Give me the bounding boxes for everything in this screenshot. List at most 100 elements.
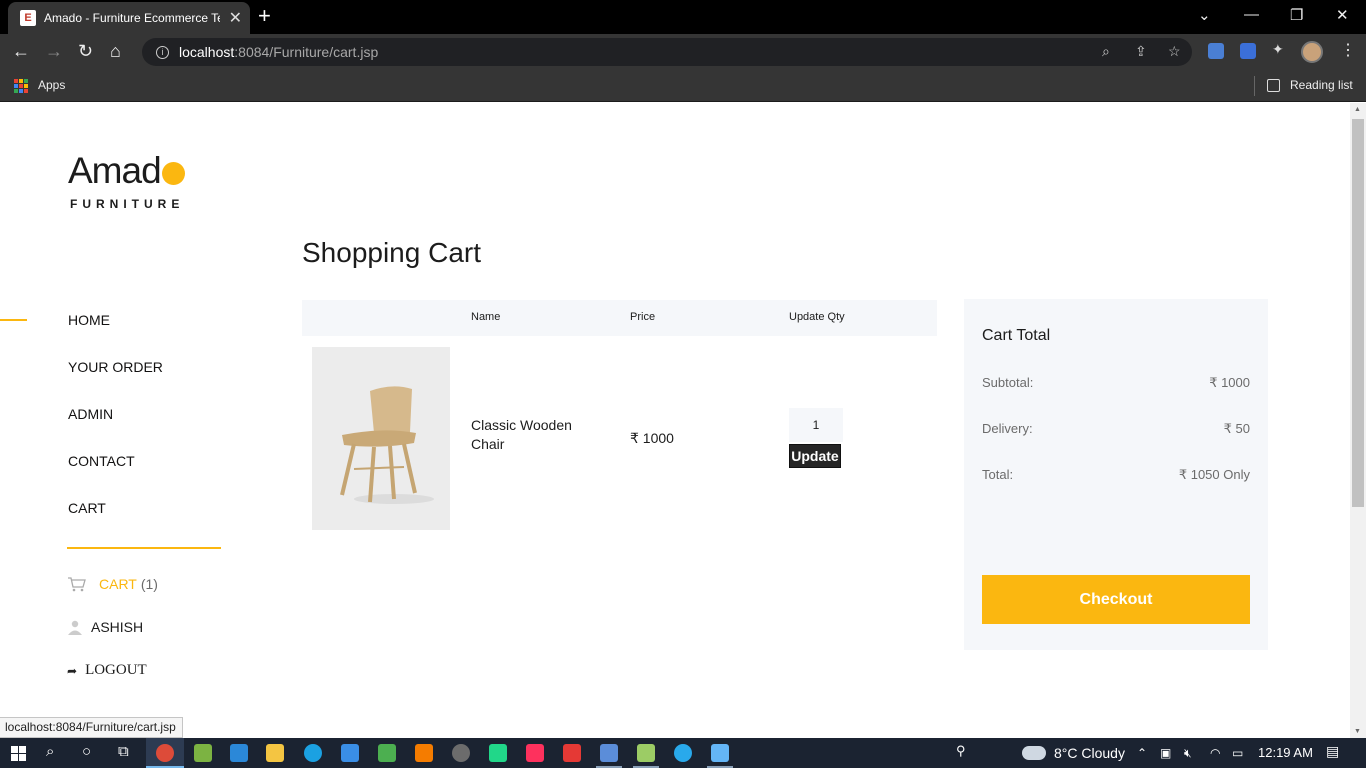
- tab-search-chevron-icon[interactable]: ⌄: [1198, 6, 1211, 24]
- tab-close-icon[interactable]: ✕: [229, 8, 242, 28]
- extensions-puzzle-icon[interactable]: ✦: [1272, 41, 1288, 57]
- virtualbox-icon[interactable]: [711, 744, 729, 762]
- reading-list-button[interactable]: Reading list: [1290, 78, 1353, 92]
- scroll-up-arrow-icon[interactable]: ▲: [1354, 106, 1361, 113]
- back-arrow-icon[interactable]: ←: [12, 41, 30, 62]
- wifi-icon[interactable]: ◠: [1210, 746, 1220, 760]
- nav-item-home[interactable]: HOME: [68, 311, 163, 358]
- extension-cube-icon[interactable]: [1208, 43, 1224, 59]
- battery-icon[interactable]: ▭: [1232, 746, 1243, 760]
- tray-chevron-icon[interactable]: ⌃: [1137, 746, 1147, 760]
- site-favicon-icon: E: [20, 10, 36, 26]
- bookmarks-bar: Apps Reading list: [0, 70, 1366, 102]
- sync-app-icon[interactable]: [378, 744, 396, 762]
- bookmarks-divider: [1254, 76, 1255, 96]
- checkout-button[interactable]: Checkout: [982, 575, 1250, 624]
- user-icon: [68, 620, 82, 635]
- file-explorer-icon[interactable]: [266, 744, 284, 762]
- reading-list-icon[interactable]: [1267, 79, 1280, 92]
- quantity-input[interactable]: [789, 408, 843, 442]
- search-icon[interactable]: ⌕: [46, 743, 54, 760]
- subtotal-value: ₹ 1000: [1209, 375, 1250, 390]
- address-bar[interactable]: i localhost:8084/Furniture/cart.jsp ⌕ ⇪ …: [142, 38, 1192, 66]
- column-header-update-qty: Update Qty: [789, 311, 845, 323]
- delivery-value: ₹ 50: [1223, 421, 1250, 436]
- volume-muted-icon[interactable]: 🔇︎: [1184, 746, 1192, 761]
- scroll-down-arrow-icon[interactable]: ▼: [1354, 728, 1361, 735]
- app-icon-red[interactable]: [563, 744, 581, 762]
- product-name[interactable]: Classic Wooden Chair: [471, 416, 601, 454]
- page-content: Amad FURNITURE HOME YOUR ORDER ADMIN CON…: [0, 103, 1350, 738]
- logo-tagline: FURNITURE: [70, 197, 185, 211]
- apps-grid-icon[interactable]: [14, 79, 28, 93]
- people-icon[interactable]: ⚲: [956, 743, 966, 759]
- total-label: Total:: [982, 467, 1014, 482]
- notifications-icon[interactable]: ▤: [1326, 743, 1339, 760]
- subtotal-label: Subtotal:: [982, 375, 1034, 390]
- restore-icon[interactable]: ❐: [1290, 6, 1303, 24]
- share-icon[interactable]: ⇪: [1135, 43, 1147, 60]
- obs-icon[interactable]: [452, 744, 470, 762]
- windows-taskbar: ⌕ ○ ⧉ ⚲ 8°C Cloudy ⌃ ▣ 🔇︎ ◠ ▭ 12:19 AM ▤: [0, 738, 1366, 768]
- windows-start-icon[interactable]: [11, 746, 26, 761]
- weather-widget[interactable]: 8°C Cloudy: [1022, 745, 1125, 761]
- profile-avatar[interactable]: [1301, 41, 1323, 63]
- logo-wordmark: Amad: [68, 150, 162, 191]
- site-logo[interactable]: Amad FURNITURE: [68, 150, 185, 211]
- scrollbar-thumb[interactable]: [1352, 119, 1364, 507]
- page-scrollbar[interactable]: ▲ ▼: [1350, 103, 1366, 738]
- delivery-label: Delivery:: [982, 421, 1033, 436]
- url-path: :8084/Furniture/cart.jsp: [234, 44, 379, 60]
- sidebar-cart-link[interactable]: CART (1): [67, 576, 158, 592]
- browser-toolbar: ← → ↻ ⌂ i localhost:8084/Furniture/cart.…: [0, 34, 1366, 70]
- pycharm-icon[interactable]: [489, 744, 507, 762]
- wooden-chair-image: [312, 347, 450, 530]
- task-view-icon[interactable]: ⧉: [118, 743, 129, 760]
- browser-tab-bar: E Amado - Furniture Ecommerce Te ✕ + ⌄ —…: [0, 0, 1366, 34]
- zoom-icon[interactable]: ⌕: [1102, 43, 1110, 60]
- apps-bookmark[interactable]: Apps: [38, 78, 65, 92]
- column-header-name: Name: [471, 311, 501, 323]
- sidebar-user-link[interactable]: ASHISH: [67, 619, 143, 635]
- close-window-icon[interactable]: ✕: [1336, 6, 1349, 24]
- intellij-icon[interactable]: [526, 744, 544, 762]
- new-tab-icon[interactable]: +: [258, 5, 271, 27]
- store-icon[interactable]: [230, 744, 248, 762]
- telegram-icon[interactable]: [674, 744, 692, 762]
- bookmark-star-icon[interactable]: ☆: [1168, 43, 1181, 60]
- nav-item-cart[interactable]: CART: [68, 499, 163, 546]
- notepad-icon[interactable]: [637, 744, 655, 762]
- cortana-icon[interactable]: ○: [82, 743, 91, 760]
- nav-divider: [67, 547, 221, 549]
- logout-icon: ➦: [67, 663, 78, 678]
- status-bar-url: localhost:8084/Furniture/cart.jsp: [0, 717, 183, 738]
- update-qty-button[interactable]: Update: [789, 444, 841, 468]
- site-info-icon[interactable]: i: [156, 45, 169, 59]
- clock[interactable]: 12:19 AM: [1258, 745, 1313, 760]
- logout-link[interactable]: ➦ LOGOUT: [67, 662, 147, 679]
- total-value: ₹ 1050 Only: [1178, 467, 1250, 482]
- minimize-icon[interactable]: —: [1244, 6, 1259, 23]
- forward-arrow-icon[interactable]: →: [45, 41, 63, 62]
- reload-icon[interactable]: ↻: [78, 41, 93, 62]
- browser-tab[interactable]: E Amado - Furniture Ecommerce Te ✕: [8, 2, 250, 34]
- word-app-icon[interactable]: [600, 744, 618, 762]
- bluestacks-icon[interactable]: [194, 744, 212, 762]
- delivery-row: Delivery: ₹ 50: [982, 421, 1250, 436]
- chrome-icon[interactable]: [156, 744, 174, 762]
- mail-icon[interactable]: [341, 744, 359, 762]
- sublime-text-icon[interactable]: [415, 744, 433, 762]
- home-icon[interactable]: ⌂: [110, 41, 121, 62]
- tab-title: Amado - Furniture Ecommerce Te: [44, 11, 220, 25]
- edge-icon[interactable]: [304, 744, 322, 762]
- nav-item-admin[interactable]: ADMIN: [68, 405, 163, 452]
- translate-extension-icon[interactable]: [1240, 43, 1256, 59]
- nav-active-indicator: [0, 319, 27, 321]
- main-nav: HOME YOUR ORDER ADMIN CONTACT CART: [68, 311, 163, 546]
- browser-menu-icon[interactable]: ⋮: [1340, 40, 1356, 60]
- cart-total-title: Cart Total: [982, 327, 1051, 344]
- nav-item-your-order[interactable]: YOUR ORDER: [68, 358, 163, 405]
- nav-item-contact[interactable]: CONTACT: [68, 452, 163, 499]
- meet-now-icon[interactable]: ▣: [1160, 746, 1171, 760]
- cart-icon: [68, 577, 86, 592]
